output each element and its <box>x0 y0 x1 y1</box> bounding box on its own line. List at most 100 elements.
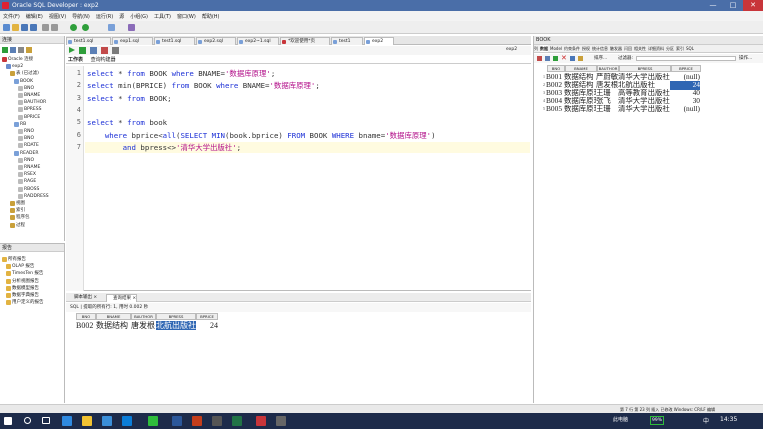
menu-tools[interactable]: 工具(T) <box>154 13 171 20</box>
editor-tab[interactable]: test1.sql <box>66 37 111 45</box>
add-connection-icon[interactable] <box>2 46 8 53</box>
data-cell[interactable]: B005 <box>546 105 564 114</box>
data-row[interactable]: 4B004数据库原理张飞清华大学出版社30 <box>539 97 700 105</box>
start-icon[interactable] <box>4 417 12 425</box>
result-column-header[interactable]: BPRESS <box>156 313 196 320</box>
tree-node[interactable]: 程序包 <box>10 214 30 221</box>
report-item[interactable]: TimesTen 报告 <box>6 270 43 277</box>
refresh-icon[interactable] <box>10 46 16 53</box>
rollback-icon[interactable] <box>101 47 108 54</box>
tree-node[interactable]: Oracle 连接 <box>2 56 33 63</box>
result-cell[interactable]: 唐发根 <box>131 321 156 330</box>
table-tab[interactable]: Model <box>550 45 562 52</box>
data-cell[interactable]: (null) <box>670 105 700 114</box>
editor-tab[interactable]: *欢迎使用*页 <box>280 37 330 45</box>
tab-worksheet[interactable]: 工作表 <box>68 57 83 63</box>
commit-icon[interactable] <box>570 56 575 61</box>
data-row[interactable]: 2 B002 数据结构 唐发根 北航出版社 24 <box>539 81 700 90</box>
table-tab[interactable]: 闪回 <box>624 45 632 52</box>
data-cell[interactable]: 数据库原理 <box>564 105 596 114</box>
rollback-data-icon[interactable] <box>578 56 583 61</box>
result-cell[interactable]: 北航出版社 <box>156 321 196 330</box>
tab-script-output[interactable]: 脚本输出 × <box>68 294 97 302</box>
tree-node[interactable]: RB <box>14 121 26 128</box>
table-tab[interactable]: 列 <box>534 45 538 52</box>
tree-node[interactable]: 过程 <box>10 222 25 229</box>
sql-editor[interactable]: 1234567 select * from BOOK where BNAME='… <box>66 66 531 291</box>
report-item[interactable]: 数据模型报告 <box>6 285 39 292</box>
menu-file[interactable]: 文件(F) <box>3 13 20 20</box>
tree-node[interactable]: BNAME <box>18 92 40 99</box>
result-column-header[interactable]: BNAME <box>96 313 131 320</box>
tree-node[interactable]: BPRESS <box>18 106 41 113</box>
sql-icon[interactable] <box>108 24 115 31</box>
clock[interactable]: 14:35 <box>720 416 737 423</box>
tree-node[interactable]: RNAME <box>18 164 40 171</box>
menu-source[interactable]: 源 <box>119 13 124 20</box>
report-item[interactable]: 用户定义的报告 <box>6 299 44 306</box>
tree-node[interactable]: RADDRESS <box>18 193 49 200</box>
result-row[interactable]: B002 数据结构 唐发根 北航出版社 24 <box>76 321 218 330</box>
editor-tab[interactable]: test1 <box>331 37 363 45</box>
minimize-button[interactable]: — <box>703 0 723 11</box>
app-icon-2[interactable] <box>212 416 222 426</box>
insert-row-icon[interactable] <box>553 56 558 61</box>
result-cell[interactable]: 数据结构 <box>96 321 131 330</box>
table-tab[interactable]: 详细资料 <box>648 45 664 52</box>
tree-node[interactable]: BPRICE <box>18 114 40 121</box>
editor-tab[interactable]: exp2 <box>364 37 394 45</box>
table-tab[interactable]: 分区 <box>666 45 674 52</box>
explain-icon[interactable] <box>90 47 97 54</box>
menu-window[interactable]: 窗口(W) <box>177 13 196 20</box>
result-cell[interactable]: 24 <box>196 321 218 330</box>
redo-icon[interactable] <box>51 24 58 31</box>
excel-icon[interactable] <box>232 416 242 426</box>
tree-node[interactable]: RBOSS <box>18 186 39 193</box>
result-column-header[interactable]: BPRICE <box>196 313 218 320</box>
data-row[interactable]: 1 B001 数据结构 严蔚敏 清华大学出版社 (null) <box>539 73 700 81</box>
tree-node[interactable]: 索引 <box>10 207 25 214</box>
table-tab[interactable]: 数据 <box>540 45 548 52</box>
tree-node[interactable]: BNO <box>18 85 34 92</box>
editor-tab[interactable]: test1.sql <box>154 37 195 45</box>
tree-node[interactable]: exp2 <box>6 63 23 70</box>
save-icon[interactable] <box>21 24 28 31</box>
tab-query-builder[interactable]: 查询构建器 <box>91 57 116 63</box>
delete-row-icon[interactable]: ✕ <box>561 55 567 62</box>
tree-node[interactable]: 视图 <box>10 200 25 207</box>
tree-node[interactable]: BOOK <box>14 78 33 85</box>
tab-query-result[interactable]: 查询结果 × <box>106 294 138 302</box>
task-view-icon[interactable] <box>42 417 50 424</box>
menu-run[interactable]: 运行(R) <box>96 13 113 20</box>
app-icon-3[interactable] <box>276 416 286 426</box>
tree-node[interactable]: RAGE <box>18 178 36 185</box>
data-column-header[interactable]: BNO <box>547 65 565 72</box>
store-icon[interactable] <box>102 416 112 426</box>
word-icon[interactable] <box>172 416 182 426</box>
menu-team[interactable]: 小组(G) <box>130 13 148 20</box>
tree-node[interactable]: RNO <box>18 128 34 135</box>
undo-icon[interactable] <box>42 24 49 31</box>
result-column-header[interactable]: BNO <box>76 313 96 320</box>
save-all-icon[interactable] <box>30 24 37 31</box>
filter-icon[interactable] <box>18 46 24 53</box>
table-tab[interactable]: SQL <box>686 45 694 52</box>
battery-indicator[interactable]: 99% <box>650 416 664 425</box>
forward-icon[interactable] <box>82 24 89 31</box>
editor-tab[interactable]: exp1.sql <box>112 37 153 45</box>
connection-selector[interactable]: exp2 <box>506 47 517 52</box>
table-tab[interactable]: 约束条件 <box>564 45 580 52</box>
filter-input[interactable] <box>636 56 736 61</box>
actions-button[interactable]: 操作... <box>739 54 752 63</box>
run-statement-icon[interactable] <box>69 47 75 53</box>
tree-node[interactable]: RDATE <box>18 142 39 149</box>
table-tab[interactable]: 触发器 <box>610 45 622 52</box>
powerpoint-icon[interactable] <box>192 416 202 426</box>
wechat-icon[interactable] <box>148 416 158 426</box>
tree-node[interactable]: READER <box>14 150 38 157</box>
tree-node[interactable]: 表 (已过滤) <box>10 70 39 77</box>
report-item[interactable]: OLAP 报告 <box>6 263 34 270</box>
table-tab[interactable]: 索引 <box>676 45 684 52</box>
mail-icon[interactable] <box>122 416 132 426</box>
menu-edit[interactable]: 编辑(E) <box>26 13 43 20</box>
